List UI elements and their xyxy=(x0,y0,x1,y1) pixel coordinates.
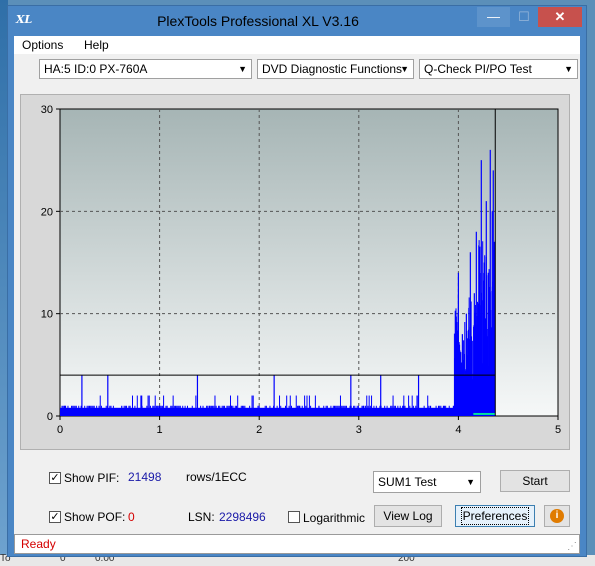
info-icon: i xyxy=(550,509,564,523)
y-tick-label: 0 xyxy=(47,411,53,423)
chevron-down-icon: ▼ xyxy=(466,477,475,487)
menu-help[interactable]: Help xyxy=(84,38,109,52)
status-text: Ready xyxy=(21,537,56,551)
window-title: PlexTools Professional XL V3.16 xyxy=(157,13,359,29)
client-area: Options Help HA:5 ID:0 PX-760A ▼ DVD Dia… xyxy=(14,36,580,554)
menu-options[interactable]: Options xyxy=(22,38,63,52)
minimize-button[interactable]: — xyxy=(477,7,510,27)
y-tick-label: 30 xyxy=(41,104,53,116)
show-pof-checkbox[interactable]: ✓ xyxy=(49,511,61,523)
test-select-value: Q-Check PI/PO Test xyxy=(424,62,532,76)
maximize-button[interactable]: ☐ xyxy=(510,7,538,27)
x-tick-label: 3 xyxy=(356,424,362,436)
sum-test-select[interactable]: SUM1 Test ▼ xyxy=(373,471,481,493)
lsn-label: LSN: xyxy=(188,510,215,524)
chevron-down-icon: ▼ xyxy=(564,64,573,74)
x-tick-label: 0 xyxy=(57,424,63,436)
sum-test-value: SUM1 Test xyxy=(378,475,437,489)
chart-panel: 0 1 2 3 4 5 0 10 20 30 xyxy=(20,94,570,450)
status-bar: Ready ⋰ xyxy=(14,534,580,554)
show-pof-label: Show POF: xyxy=(64,510,126,524)
test-select[interactable]: Q-Check PI/PO Test ▼ xyxy=(419,59,578,79)
y-tick-label: 20 xyxy=(41,206,53,218)
units-label: rows/1ECC xyxy=(186,470,247,484)
title-bar[interactable]: XL PlexTools Professional XL V3.16 — ☐ ✕ xyxy=(8,6,586,36)
x-tick-label: 1 xyxy=(157,424,163,436)
preferences-button[interactable]: Preferences xyxy=(455,505,535,527)
lsn-value: 2298496 xyxy=(219,510,266,524)
logarithmic-checkbox[interactable] xyxy=(288,511,300,523)
close-button[interactable]: ✕ xyxy=(538,7,582,27)
drive-select-value: HA:5 ID:0 PX-760A xyxy=(44,62,148,76)
x-tick-label: 5 xyxy=(555,424,561,436)
resize-grip-icon[interactable]: ⋰ xyxy=(567,541,577,552)
preferences-button-label: Preferences xyxy=(460,507,530,525)
pof-series-line xyxy=(473,412,496,415)
pof-value: 0 xyxy=(128,510,135,524)
show-pif-label: Show PIF: xyxy=(64,471,120,485)
x-tick-label: 2 xyxy=(256,424,262,436)
pif-value: 21498 xyxy=(128,470,162,484)
function-select[interactable]: DVD Diagnostic Functions ▼ xyxy=(257,59,414,79)
start-button[interactable]: Start xyxy=(500,470,570,492)
drive-select[interactable]: HA:5 ID:0 PX-760A ▼ xyxy=(39,59,252,79)
view-log-button[interactable]: View Log xyxy=(374,505,442,527)
x-tick-label: 4 xyxy=(455,424,461,436)
show-pif-checkbox[interactable]: ✓ xyxy=(49,472,61,484)
chevron-down-icon: ▼ xyxy=(238,64,247,74)
chevron-down-icon: ▼ xyxy=(400,64,409,74)
function-select-value: DVD Diagnostic Functions xyxy=(262,62,403,76)
info-button[interactable]: i xyxy=(544,505,570,527)
pi-po-chart: 0 1 2 3 4 5 0 10 20 30 xyxy=(41,104,561,436)
menu-bar: Options Help xyxy=(14,36,580,54)
y-tick-label: 10 xyxy=(41,309,53,321)
app-window: XL PlexTools Professional XL V3.16 — ☐ ✕… xyxy=(7,5,587,557)
logarithmic-label: Logarithmic xyxy=(303,511,366,525)
